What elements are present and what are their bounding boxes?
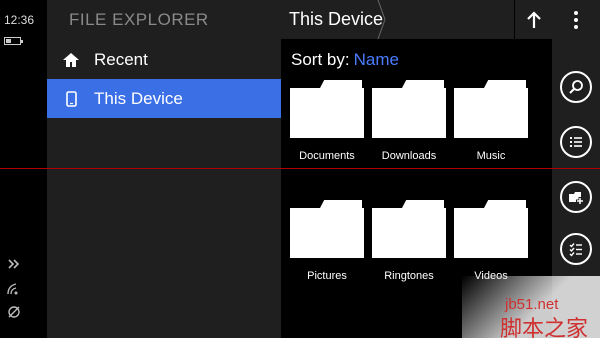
- signal-icon: [8, 259, 20, 269]
- folder-item[interactable]: Documents: [290, 80, 364, 170]
- up-button[interactable]: [514, 0, 552, 39]
- status-time: 12:36: [4, 13, 35, 27]
- overlay-line: [0, 168, 600, 169]
- nav-item-recent[interactable]: Recent: [47, 40, 281, 79]
- sort-label: Sort by:: [291, 50, 350, 69]
- arrow-up-icon: [526, 10, 541, 28]
- sort-value[interactable]: Name: [354, 50, 399, 69]
- nav-item-this-device[interactable]: This Device: [47, 79, 281, 118]
- view-list-button[interactable]: [560, 126, 592, 158]
- folder-item[interactable]: Ringtones: [372, 200, 446, 290]
- folder-icon: [320, 80, 362, 88]
- list-icon: [570, 137, 582, 147]
- breadcrumb[interactable]: This Device: [289, 9, 383, 30]
- new-folder-button[interactable]: [560, 181, 592, 213]
- pane-title: FILE EXPLORER: [69, 10, 209, 29]
- folder-icon: [484, 80, 526, 88]
- phone-icon: [47, 89, 94, 109]
- status-bar: 12:36: [0, 0, 47, 338]
- path-bar: This Device: [281, 0, 552, 39]
- navigation-pane: FILE EXPLORER Recent This Device: [47, 0, 281, 338]
- battery-level: [6, 39, 11, 43]
- folder-name: Music: [476, 150, 506, 162]
- folder-item[interactable]: Downloads: [372, 80, 446, 170]
- folder-item[interactable]: Music: [454, 80, 528, 170]
- folder-icon: [402, 200, 444, 208]
- folder-icon: [484, 200, 526, 208]
- wifi-icon: [7, 283, 18, 295]
- select-icon: [569, 243, 582, 257]
- new-folder-icon: [569, 192, 584, 205]
- watermark-site-name: 脚本之家: [500, 317, 589, 338]
- folder-icon: [402, 80, 444, 88]
- search-button[interactable]: [560, 71, 592, 103]
- nav-item-label: This Device: [94, 88, 183, 108]
- battery-icon: [4, 37, 23, 45]
- location-icon: [8, 306, 20, 318]
- more-options-button[interactable]: [552, 0, 600, 40]
- sort-control[interactable]: Sort by: Name: [291, 50, 399, 70]
- select-button[interactable]: [560, 233, 592, 265]
- chevron-right-icon: [377, 0, 386, 39]
- folder-item[interactable]: Pictures: [290, 200, 364, 290]
- nav-item-label: Recent: [94, 49, 148, 69]
- search-icon: [569, 80, 583, 94]
- folder-icon: [320, 200, 362, 208]
- home-icon: [47, 50, 94, 70]
